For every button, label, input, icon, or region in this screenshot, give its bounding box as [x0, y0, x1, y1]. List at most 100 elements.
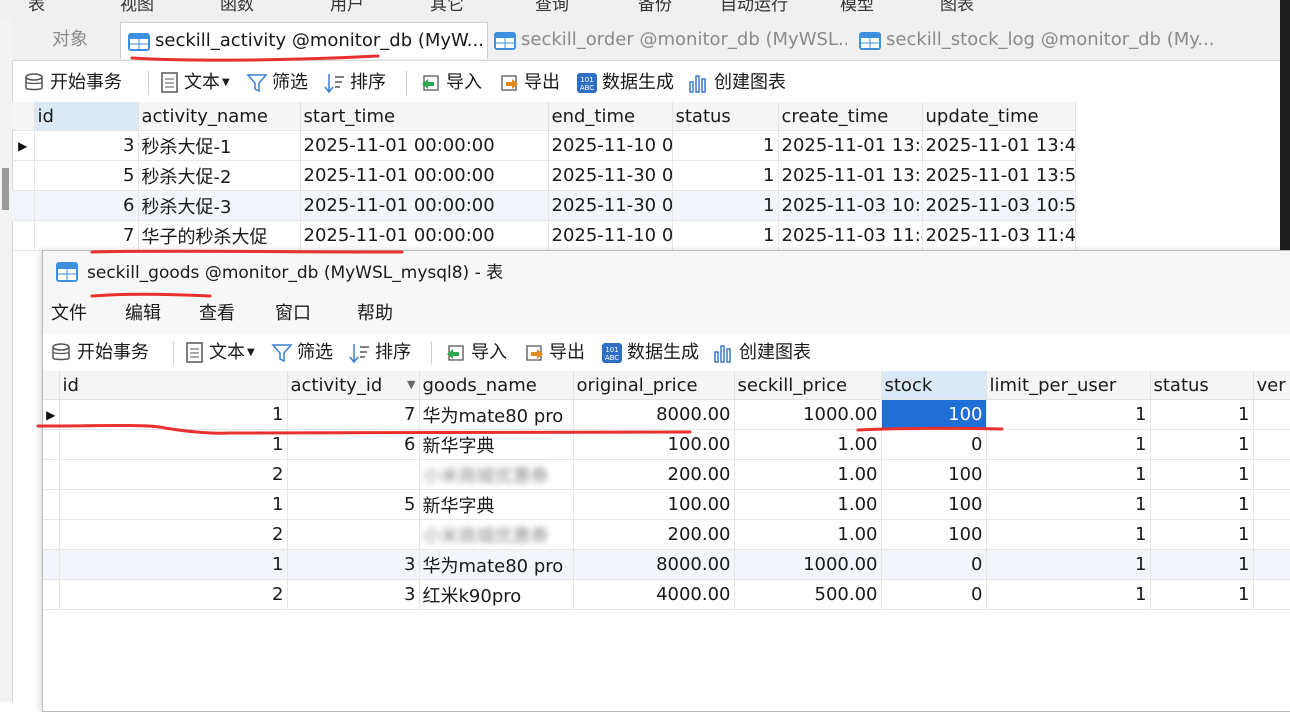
export-button[interactable]: 导出: [523, 335, 585, 371]
cell[interactable]: 100.00: [573, 489, 735, 520]
cell[interactable]: 1: [986, 459, 1151, 490]
cell[interactable]: 2025-11-30 0: [548, 190, 673, 221]
menu-other[interactable]: 其它: [430, 0, 464, 15]
cell[interactable]: 1.00: [734, 489, 882, 520]
cell[interactable]: 2025-11-01 13:43: [922, 130, 1076, 161]
cell[interactable]: 华子的秒杀大促: [138, 220, 301, 251]
cell[interactable]: 1: [1150, 399, 1254, 430]
menu-window[interactable]: 窗口: [275, 295, 311, 333]
cell[interactable]: [287, 519, 420, 550]
cell[interactable]: 1: [1150, 579, 1254, 610]
menu-user[interactable]: 用户: [330, 0, 364, 15]
cell[interactable]: 2025-11-03 10:5: [778, 190, 923, 221]
cell[interactable]: 1.00: [734, 459, 882, 490]
import-button[interactable]: 导入: [445, 335, 507, 371]
cell[interactable]: 7: [34, 220, 139, 251]
cell[interactable]: [1253, 489, 1290, 520]
text-view-button[interactable]: 文本 ▼: [160, 65, 230, 101]
cell[interactable]: 6: [34, 190, 139, 221]
cell[interactable]: 100.00: [573, 429, 735, 460]
cell[interactable]: 2025-11-01 13:5: [778, 160, 923, 191]
cell[interactable]: 1: [59, 429, 288, 460]
column-header[interactable]: id: [59, 371, 288, 400]
cell[interactable]: 1: [1150, 489, 1254, 520]
table-row[interactable]: 2 小米商城优惠券 200.00 1.00 100 1 1: [43, 519, 1290, 550]
cell[interactable]: 2025-11-30 0: [548, 160, 673, 191]
cell[interactable]: 1: [672, 130, 779, 161]
menu-help[interactable]: 帮助: [357, 295, 393, 333]
column-header[interactable]: update_time: [922, 102, 1076, 131]
cell[interactable]: 1: [1150, 549, 1254, 580]
column-header[interactable]: create_time: [778, 102, 923, 131]
cell[interactable]: 新华字典: [419, 489, 574, 520]
cell[interactable]: 200.00: [573, 459, 735, 490]
create-chart-button[interactable]: 创建图表: [688, 65, 786, 101]
text-view-button[interactable]: 文本 ▼: [185, 335, 255, 371]
column-header[interactable]: limit_per_user: [986, 371, 1151, 400]
cell[interactable]: [1253, 519, 1290, 550]
cell[interactable]: [1253, 399, 1290, 430]
tab-objects[interactable]: 对象: [48, 22, 128, 58]
cell[interactable]: 2: [59, 579, 288, 610]
table-row[interactable]: 5 秒杀大促-2 2025-11-01 00:00:00 2025-11-30 …: [12, 160, 1076, 191]
sort-button[interactable]: 排序: [349, 335, 411, 371]
cell[interactable]: 4000.00: [573, 579, 735, 610]
export-button[interactable]: 导出: [498, 65, 560, 101]
cell[interactable]: [287, 459, 420, 490]
table-row[interactable]: 2 小米商城优惠券 200.00 1.00 100 1 1: [43, 459, 1290, 490]
sort-desc-icon[interactable]: ▼: [407, 378, 415, 391]
menu-automation[interactable]: 自动运行: [720, 0, 788, 15]
cell[interactable]: 红米k90pro: [419, 579, 574, 610]
cell[interactable]: [1253, 549, 1290, 580]
cell[interactable]: 2025-11-10 0: [548, 220, 673, 251]
table-row[interactable]: 1 6 新华字典 100.00 1.00 0 1 1: [43, 429, 1290, 460]
menu-edit[interactable]: 编辑: [125, 295, 161, 333]
cell[interactable]: 1: [986, 489, 1151, 520]
cell[interactable]: 1: [986, 519, 1151, 550]
selected-cell[interactable]: 100: [881, 399, 987, 430]
menu-model[interactable]: 模型: [840, 0, 874, 15]
cell[interactable]: 100: [881, 519, 987, 550]
tab-seckill-stock-log[interactable]: seckill_stock_log @monitor_db (My...: [852, 22, 1214, 58]
cell[interactable]: [1253, 459, 1290, 490]
cell[interactable]: 2025-11-01 00:00:00: [300, 130, 549, 161]
cell[interactable]: 8000.00: [573, 399, 735, 430]
cell[interactable]: 5: [34, 160, 139, 191]
cell[interactable]: 2025-11-01 00:00:00: [300, 160, 549, 191]
table-row[interactable]: 1 3 华为mate80 pro 8000.00 1000.00 0 1 1: [43, 549, 1290, 580]
cell[interactable]: 500.00: [734, 579, 882, 610]
cell[interactable]: 1.00: [734, 519, 882, 550]
table-row[interactable]: 7 华子的秒杀大促 2025-11-01 00:00:00 2025-11-10…: [12, 220, 1076, 251]
menu-query[interactable]: 查询: [535, 0, 569, 15]
cell[interactable]: 秒杀大促-2: [138, 160, 301, 191]
cell[interactable]: 华为mate80 pro: [419, 549, 574, 580]
cell[interactable]: 2025-11-01 13:4: [778, 130, 923, 161]
cell[interactable]: 2: [59, 519, 288, 550]
cell[interactable]: 新华字典: [419, 429, 574, 460]
column-header[interactable]: start_time: [300, 102, 549, 131]
data-generate-button[interactable]: 101 ABC 数据生成: [576, 65, 674, 101]
menu-file[interactable]: 文件: [51, 295, 87, 333]
sort-button[interactable]: 排序: [324, 65, 386, 101]
cell[interactable]: 2025-11-10 0: [548, 130, 673, 161]
column-header[interactable]: id: [34, 102, 139, 131]
cell[interactable]: 2025-11-01 00:00:00: [300, 190, 549, 221]
cell[interactable]: 1.00: [734, 429, 882, 460]
cell[interactable]: 3: [287, 549, 420, 580]
cell[interactable]: [1253, 579, 1290, 610]
cell[interactable]: 1: [672, 160, 779, 191]
cell[interactable]: 1: [986, 579, 1151, 610]
cell[interactable]: 1: [59, 399, 288, 430]
cell[interactable]: 1: [1150, 519, 1254, 550]
import-button[interactable]: 导入: [420, 65, 482, 101]
cell[interactable]: 1: [986, 549, 1151, 580]
menu-backup[interactable]: 备份: [638, 0, 672, 15]
cell[interactable]: 0: [881, 429, 987, 460]
table-row[interactable]: ▶ 1 7 华为mate80 pro 8000.00 1000.00 100 1…: [43, 399, 1290, 430]
cell[interactable]: [1253, 429, 1290, 460]
cell[interactable]: 1000.00: [734, 399, 882, 430]
cell[interactable]: 2025-11-01 13:50: [922, 160, 1076, 191]
cell[interactable]: 1: [1150, 429, 1254, 460]
data-generate-button[interactable]: 101 ABC 数据生成: [601, 335, 699, 371]
cell[interactable]: 1: [986, 429, 1151, 460]
